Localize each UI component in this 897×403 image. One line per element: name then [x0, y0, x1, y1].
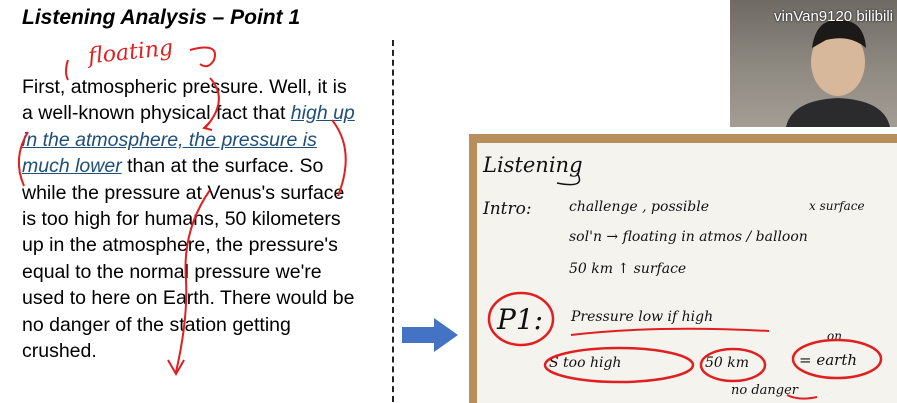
passage-text: First, atmospheric pressure. Well, it is… [22, 74, 362, 364]
notes-p1-on: on [827, 329, 842, 343]
notes-p1-no-danger: no danger [731, 383, 799, 398]
notes-intro-line1: challenge , possible [569, 199, 710, 215]
notes-intro-label: Intro: [483, 199, 532, 219]
notes-p1-earth: = earth [799, 351, 858, 369]
notes-intro-line2: sol'n → floating in atmos / balloon [569, 229, 808, 245]
notes-p1-50km: 50 km [705, 355, 750, 371]
slide-title: Listening Analysis – Point 1 [22, 6, 301, 29]
notes-p1-line1: Pressure low if high [571, 309, 714, 325]
notes-paper: Listening Intro: challenge , possible x … [477, 143, 897, 403]
notes-p1-s: S too high [549, 355, 622, 371]
presenter-video: vinVan9120 bilibili [730, 0, 897, 127]
notes-heading: Listening [483, 153, 583, 177]
channel-watermark: vinVan9120 bilibili [774, 8, 893, 25]
notes-intro-x-surface: x surface [809, 199, 865, 213]
arrow-right-icon [402, 318, 458, 352]
notes-p1-label: P1: [497, 303, 544, 336]
notes-photo: Listening Intro: challenge , possible x … [469, 134, 897, 403]
annotation-floating: floating [86, 35, 175, 70]
slide-divider [392, 40, 394, 402]
passage-after: than at the surface. So while the pressu… [22, 155, 355, 363]
notes-intro-line3: 50 km ↑ surface [569, 261, 687, 277]
